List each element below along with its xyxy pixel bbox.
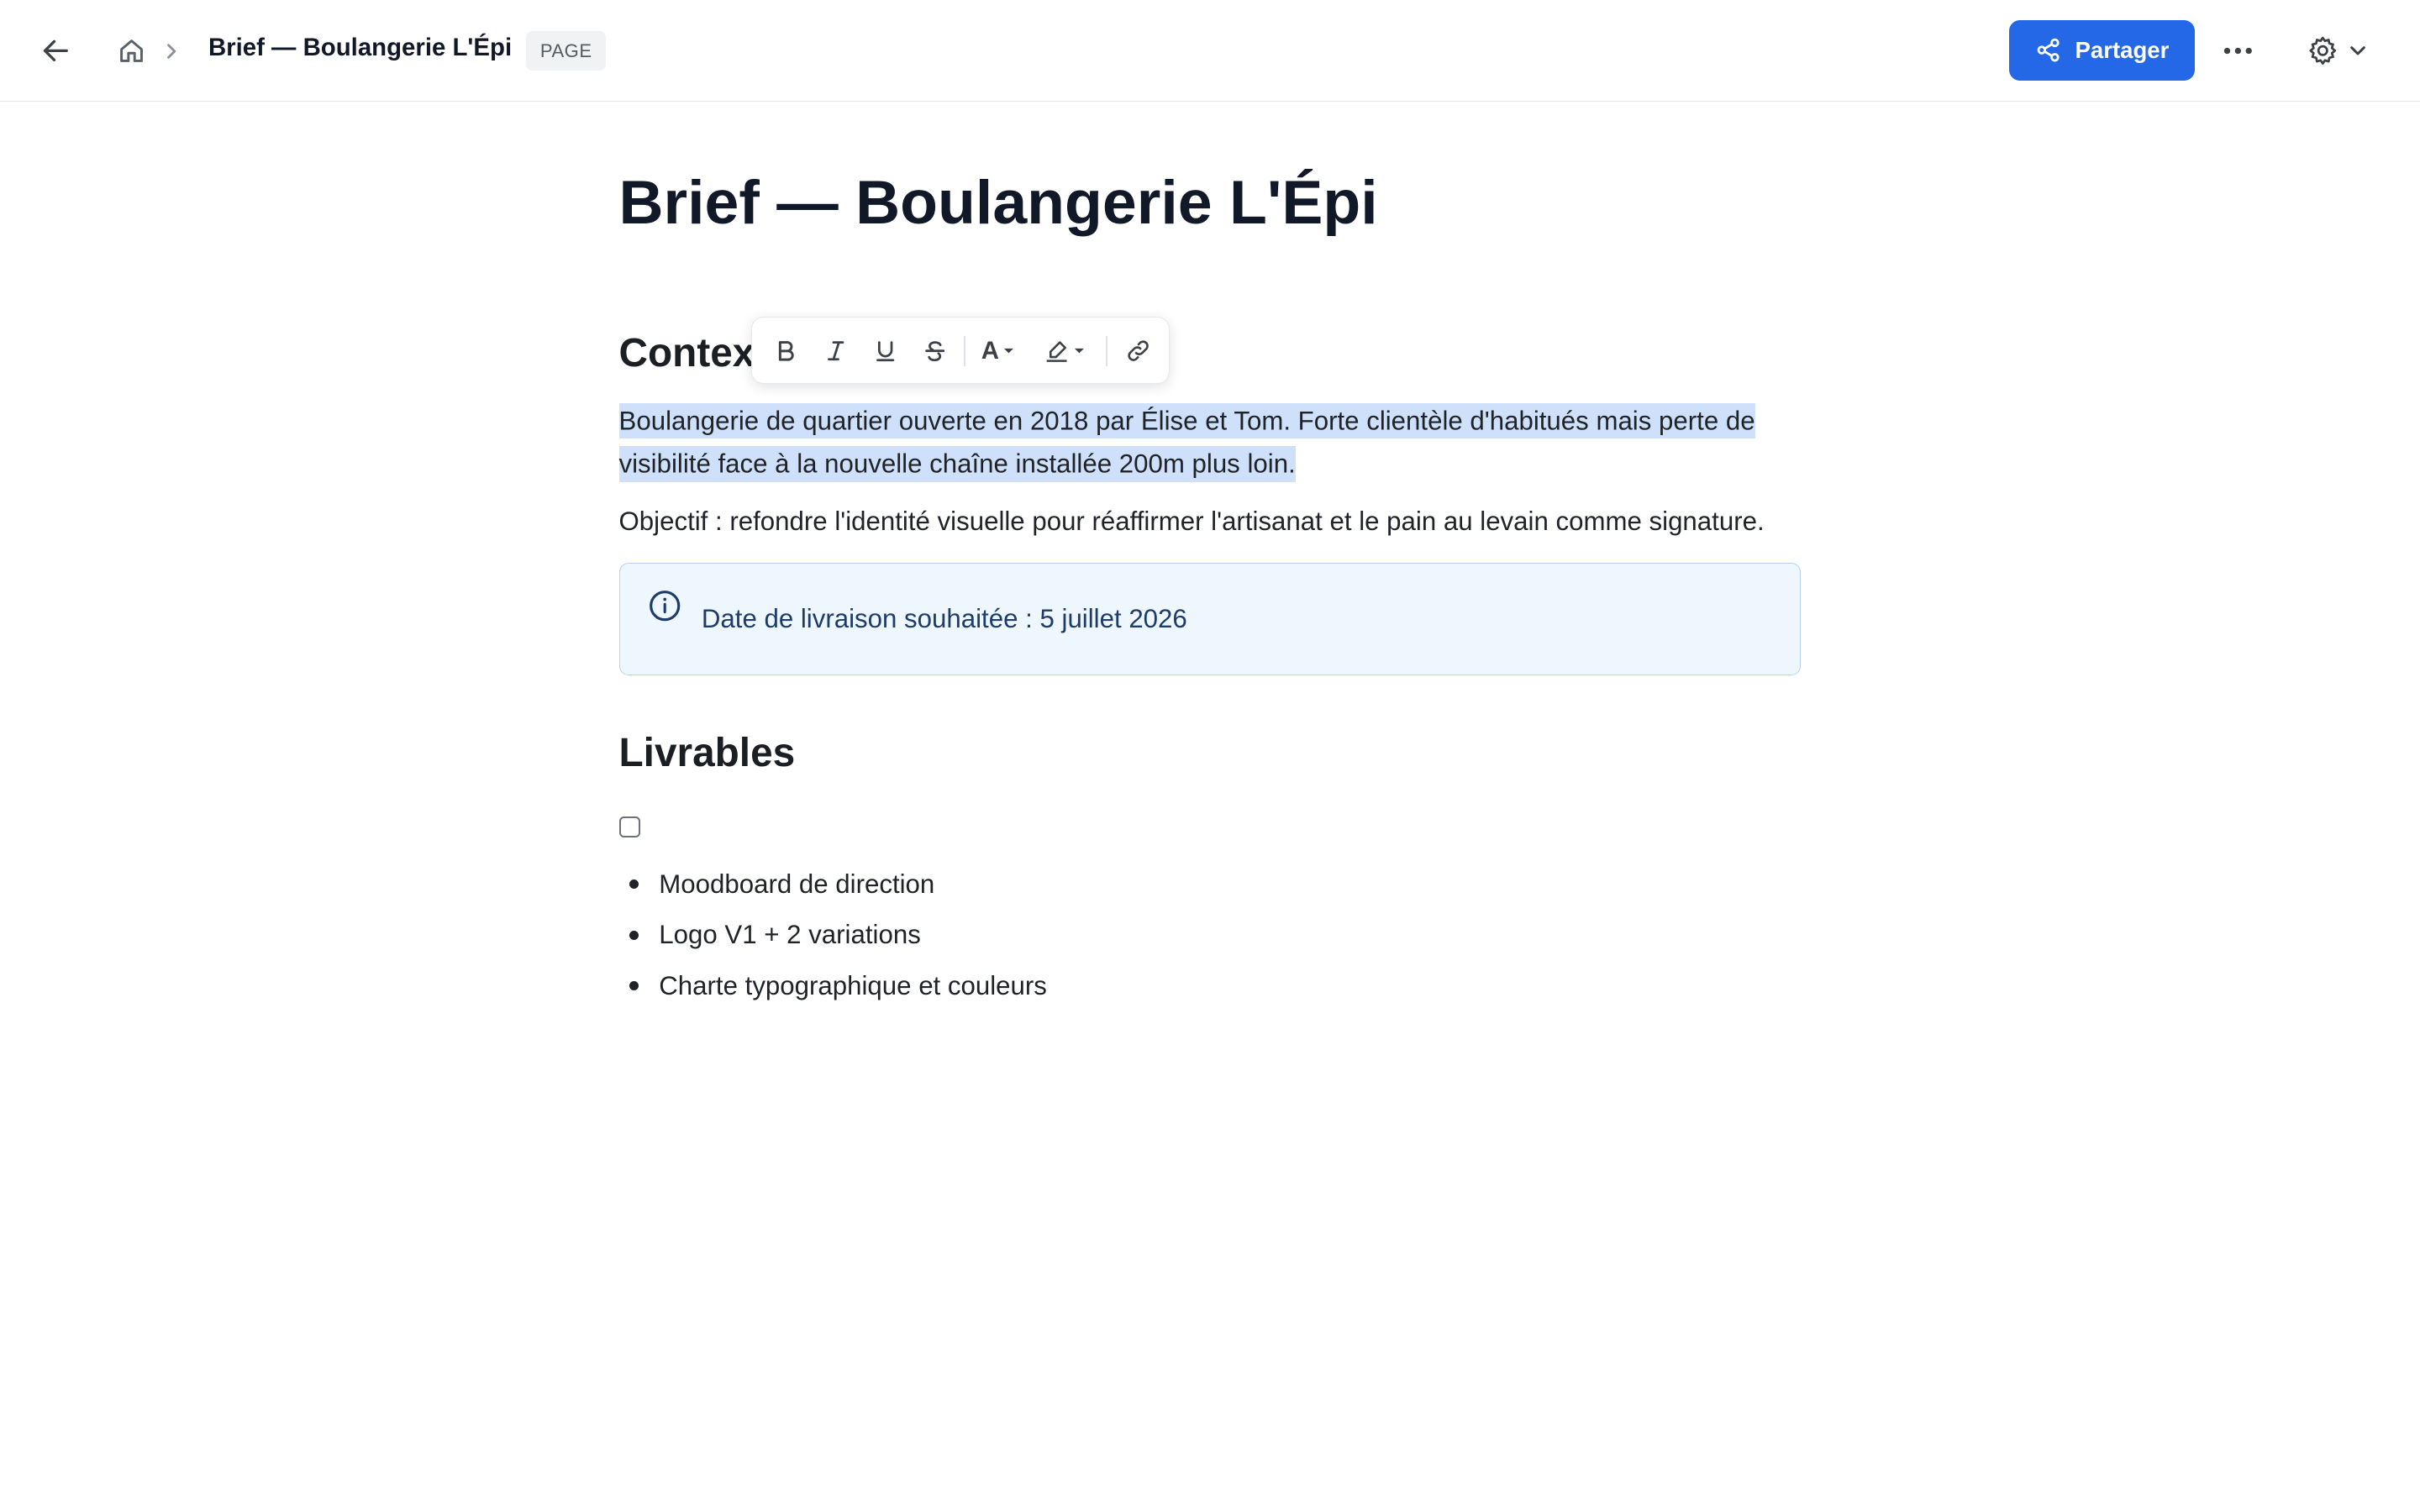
home-icon — [119, 39, 143, 62]
info-callout[interactable]: Date de livraison souhaitée : 5 juillet … — [618, 563, 1802, 676]
list-item-text: Moodboard de direction — [659, 869, 935, 899]
italic-button[interactable] — [814, 329, 857, 372]
toolbar-divider — [964, 335, 965, 367]
list-item[interactable]: Moodboard de direction — [619, 861, 1047, 912]
objective-paragraph[interactable]: Objectif : refondre l'identité visuelle … — [619, 500, 1823, 543]
breadcrumb-separator — [164, 35, 186, 66]
deliverables-list: Moodboard de direction Logo V1 + 2 varia… — [619, 861, 1047, 1014]
toolbar-divider — [1106, 335, 1107, 367]
share-button[interactable]: Partager — [2009, 19, 2195, 81]
list-item[interactable]: Logo V1 + 2 variations — [619, 911, 1047, 963]
top-bar: Brief — Boulangerie L'Épi PAGE Partager — [0, 0, 2420, 102]
list-item[interactable]: Charte typographique et couleurs — [619, 963, 1047, 1014]
back-button[interactable] — [34, 31, 76, 71]
gear-icon — [2309, 36, 2337, 66]
link-icon — [1128, 340, 1149, 362]
chevron-right-icon — [166, 43, 176, 59]
strikethrough-button[interactable] — [913, 329, 955, 372]
italic-icon — [827, 341, 844, 361]
bold-button[interactable] — [765, 329, 808, 372]
callout-text: Date de livraison souhaitée : 5 juillet … — [701, 604, 1187, 634]
highlighter-icon — [1046, 341, 1067, 363]
page-type-badge: PAGE — [526, 30, 607, 71]
underline-button[interactable] — [864, 329, 907, 372]
bullet — [629, 879, 639, 889]
home-button[interactable] — [111, 31, 151, 71]
info-icon — [649, 590, 680, 622]
bullet — [629, 981, 639, 991]
share-icon — [2037, 38, 2060, 62]
context-paragraph[interactable]: Boulangerie de quartier ouverte en 2018 … — [618, 400, 1807, 486]
strikethrough-icon — [924, 341, 944, 362]
chevron-down-icon — [1075, 349, 1085, 354]
list-item-text: Charte typographique et couleurs — [659, 971, 1047, 1001]
highlight-button[interactable] — [1039, 329, 1089, 372]
bold-icon — [779, 341, 794, 361]
deliverables-heading[interactable]: Livrables — [619, 730, 796, 776]
list-item-text: Logo V1 + 2 variations — [659, 920, 921, 950]
more-horizontal-icon — [2223, 47, 2252, 55]
bullet — [629, 930, 639, 940]
breadcrumb-page-title[interactable]: Brief — Boulangerie L'Épi — [208, 34, 512, 62]
chevron-down-icon — [1004, 349, 1014, 354]
chevron-down-icon — [2349, 46, 2365, 55]
share-label: Partager — [2075, 36, 2170, 63]
page-title[interactable]: Brief — Boulangerie L'Épi — [619, 166, 1378, 238]
underline-icon — [876, 341, 894, 362]
link-button[interactable] — [1117, 329, 1160, 372]
settings-menu-button[interactable] — [2296, 28, 2377, 74]
back-arrow-icon — [43, 39, 68, 62]
selected-text[interactable]: Boulangerie de quartier ouverte en 2018 … — [618, 403, 1755, 482]
text-formatting-toolbar: A — [751, 316, 1171, 385]
text-color-icon: A — [981, 336, 999, 365]
more-options-button[interactable] — [2217, 31, 2260, 71]
text-color-button[interactable]: A — [975, 329, 1021, 372]
deliverables-checkbox[interactable] — [618, 816, 641, 838]
